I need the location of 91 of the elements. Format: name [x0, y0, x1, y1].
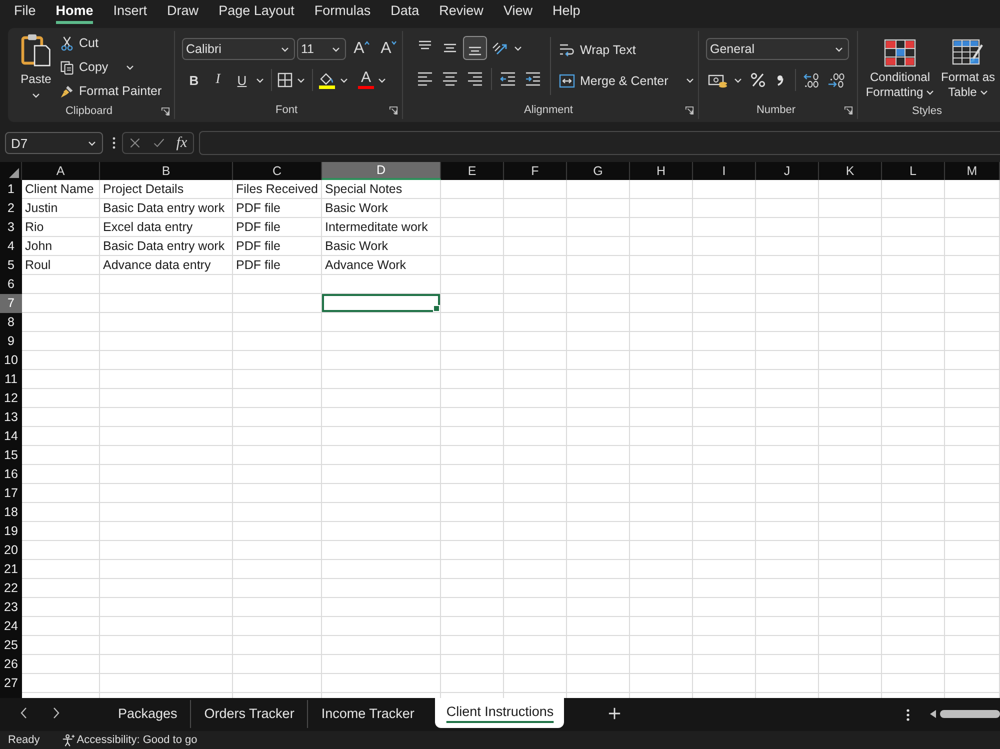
conditional-formatting-button[interactable]: Conditional Formatting	[863, 36, 937, 102]
number-format-dropdown[interactable]: General	[706, 38, 849, 60]
triangle-icon	[9, 168, 19, 178]
formula-input[interactable]	[199, 131, 1000, 155]
wrap-text-button[interactable]: Wrap Text	[557, 37, 694, 62]
menu-tab[interactable]: Draw	[167, 3, 199, 24]
caret-icon[interactable]	[378, 78, 386, 82]
caret-icon[interactable]	[734, 78, 742, 82]
copy-button[interactable]: Copy	[60, 55, 108, 79]
align-bottom-icon[interactable]	[463, 36, 487, 60]
group-label: Styles	[912, 104, 942, 117]
highlighted-grid-icon	[884, 38, 916, 67]
fill-handle[interactable]	[433, 305, 440, 312]
status-text: Ready	[8, 734, 40, 746]
sheet-tab[interactable]: Packages	[104, 700, 190, 728]
menu-tab[interactable]: Home	[56, 3, 94, 24]
caret-icon[interactable]	[340, 78, 348, 82]
wrap-text-icon	[559, 42, 575, 58]
dialog-launcher-icon[interactable]	[685, 106, 694, 115]
caret-icon	[332, 46, 340, 52]
merge-cells-icon	[559, 72, 575, 88]
caret-icon[interactable]	[686, 78, 694, 83]
dialog-launcher-icon[interactable]	[161, 106, 170, 116]
column-header[interactable]: D	[322, 162, 441, 180]
cancel-icon[interactable]	[128, 137, 141, 149]
caret-icon	[835, 46, 843, 52]
underline-button[interactable]: U	[230, 69, 254, 91]
paintbrush-icon	[60, 84, 74, 98]
grow-font-button[interactable]: A	[351, 38, 373, 60]
decrease-decimal-icon[interactable]	[826, 72, 846, 88]
active-cell[interactable]	[322, 294, 441, 313]
caret-down-icon	[391, 41, 398, 45]
borders-icon[interactable]	[277, 72, 293, 88]
caret-icon	[980, 90, 988, 96]
percent-icon[interactable]	[750, 72, 766, 88]
caret-icon	[32, 93, 40, 98]
row-header[interactable]: 7	[0, 294, 22, 313]
caret-icon	[281, 46, 289, 52]
caret-icon[interactable]	[514, 46, 522, 50]
accessibility-icon[interactable]	[62, 734, 75, 746]
more-options-icon[interactable]	[112, 136, 116, 150]
menu-tab[interactable]: Formulas	[314, 3, 371, 24]
format-as-table-button[interactable]: Format as Table	[939, 36, 997, 102]
cut-button[interactable]: Cut	[60, 31, 162, 55]
menu-tab[interactable]: Help	[552, 3, 580, 24]
dialog-launcher-icon[interactable]	[844, 106, 853, 115]
scrollbar-thumb[interactable]	[940, 710, 1000, 718]
scissors-icon	[60, 36, 74, 50]
paste-button[interactable]: Paste	[18, 31, 54, 103]
chevron-right-icon[interactable]	[52, 707, 60, 719]
insert-function-button[interactable]: fx	[176, 134, 188, 152]
group-label: Font	[275, 104, 298, 116]
table-brush-icon	[952, 38, 984, 67]
italic-button[interactable]: I	[206, 69, 230, 91]
font-name-dropdown[interactable]: Calibri	[182, 38, 295, 60]
caret-icon	[926, 90, 934, 96]
caret-icon	[88, 140, 96, 146]
shrink-font-button[interactable]: A	[378, 38, 400, 60]
font-size-dropdown[interactable]: 11	[297, 38, 346, 60]
menu-tab[interactable]: Page Layout	[218, 3, 294, 24]
copy-icon	[60, 60, 74, 74]
menu-tab[interactable]: Insert	[113, 3, 148, 24]
clipboard-icon	[20, 33, 52, 67]
check-icon[interactable]	[152, 137, 165, 149]
name-box[interactable]: D7	[5, 132, 103, 154]
menu-tab[interactable]: Review	[439, 3, 484, 24]
merge-center-button[interactable]: Merge & Center	[557, 68, 668, 93]
more-options-icon[interactable]	[906, 708, 910, 722]
menu-tab[interactable]: Data	[390, 3, 420, 24]
font-color-button[interactable]: A	[356, 69, 376, 91]
accessibility-status[interactable]: Accessibility: Good to go	[76, 734, 198, 746]
scroll-left-icon[interactable]	[930, 710, 936, 718]
group-label: Number	[756, 104, 796, 116]
caret-icon[interactable]	[297, 78, 305, 82]
sheet-tab[interactable]: Income Tracker	[307, 700, 428, 728]
sheet-tab[interactable]: Client Instructions	[435, 698, 564, 728]
menu-tab[interactable]: File	[14, 3, 36, 24]
dialog-launcher-icon[interactable]	[389, 106, 398, 115]
plus-icon[interactable]	[608, 707, 621, 720]
menu-tab[interactable]: View	[503, 3, 532, 24]
caret-icon[interactable]	[256, 78, 264, 82]
paint-bucket-icon[interactable]	[318, 71, 336, 89]
sheet-tab[interactable]: Orders Tracker	[190, 700, 308, 728]
format-painter-button[interactable]: Format Painter	[60, 79, 162, 103]
chevron-left-icon[interactable]	[20, 707, 28, 719]
caret-icon[interactable]	[126, 64, 134, 70]
caret-up-icon	[364, 41, 370, 45]
color-swatch-icon	[358, 86, 374, 89]
bold-button[interactable]: B	[182, 69, 206, 91]
group-label: Clipboard	[65, 105, 113, 117]
group-label: Alignment	[524, 104, 573, 116]
